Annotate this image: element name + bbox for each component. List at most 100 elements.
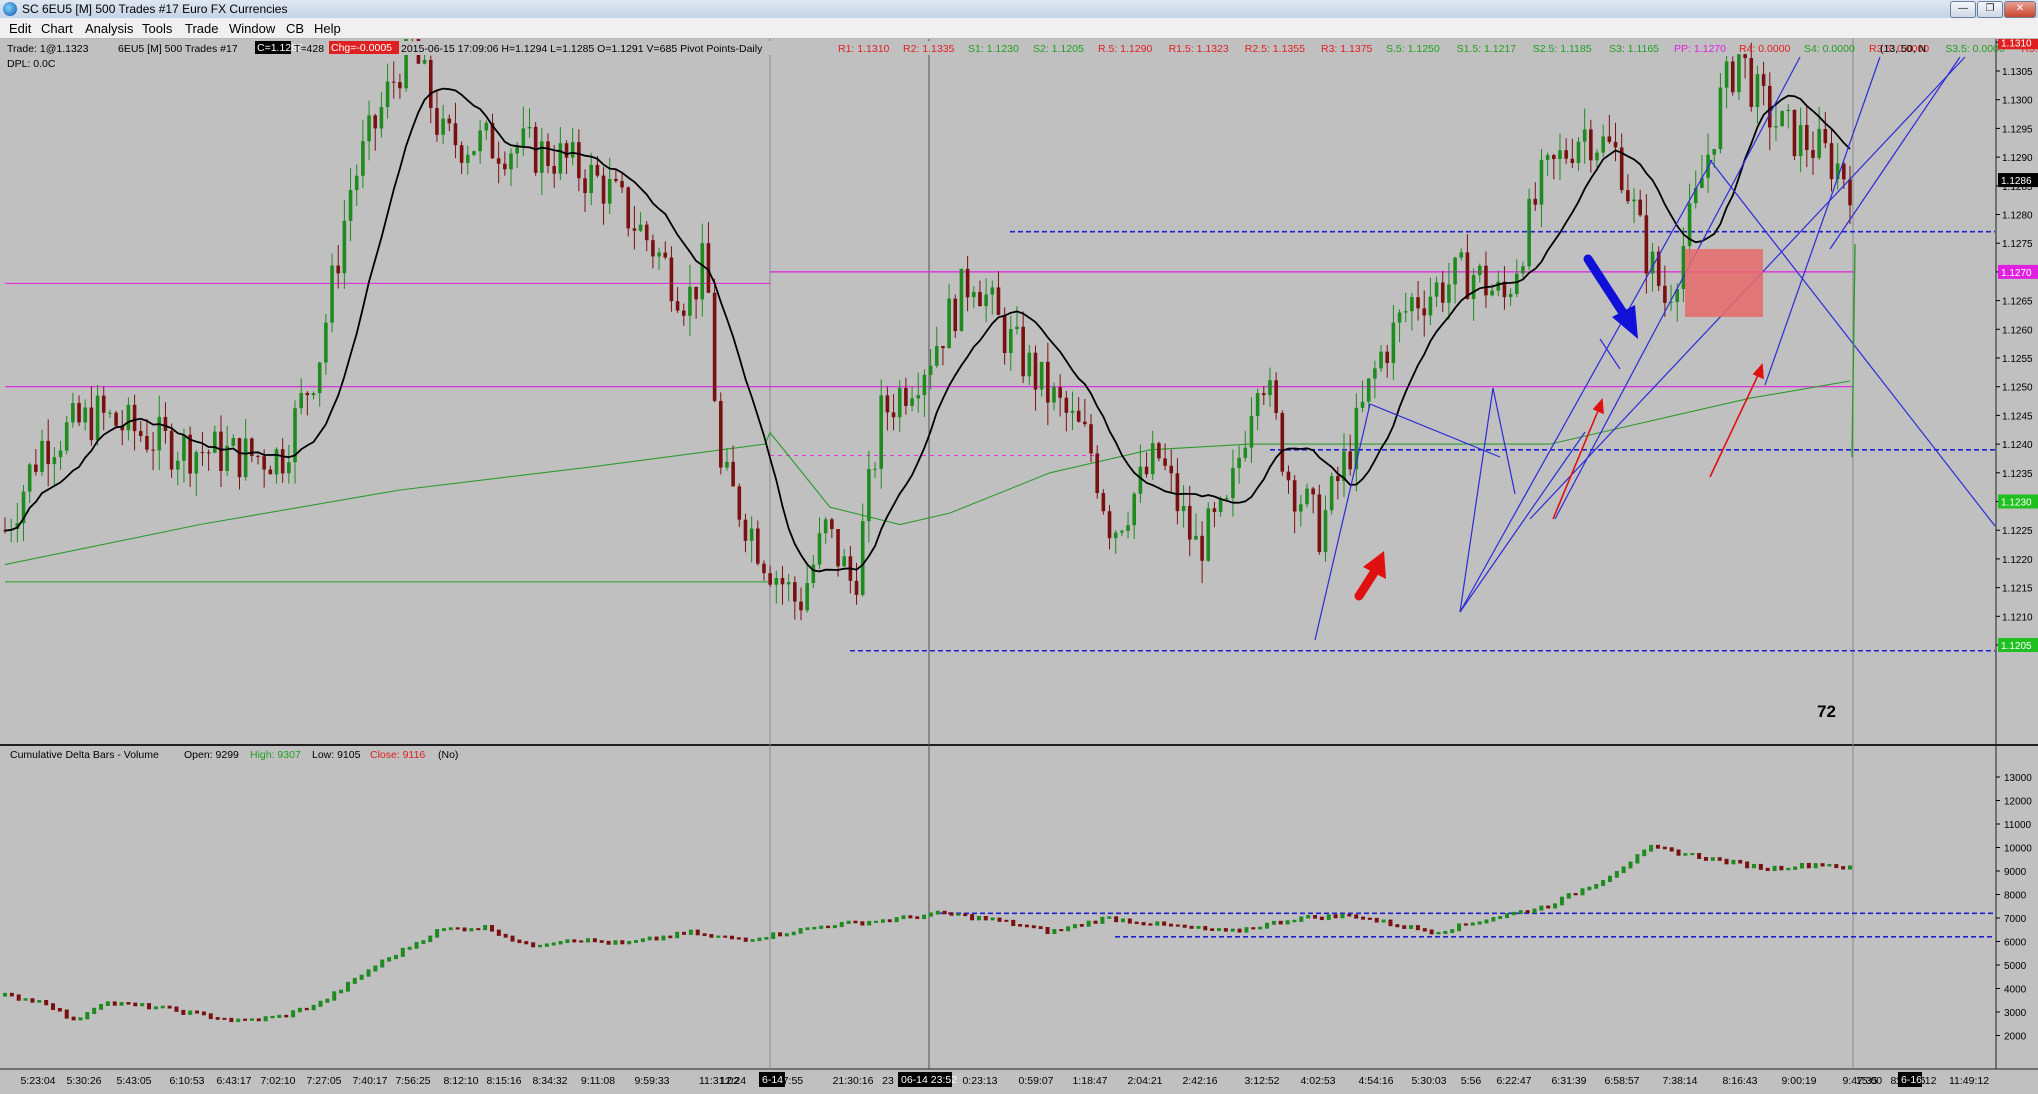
candle-body [206,452,211,454]
candle-body [651,240,655,257]
candle-body [546,141,550,167]
candle-body [1107,511,1112,539]
delta-bar [1429,929,1434,935]
delta-bar [1361,916,1366,920]
candle-body [132,404,137,432]
delta-bar [1381,919,1386,923]
candle-body [1786,109,1791,112]
candle-body [1465,252,1470,300]
delta-bar [544,943,549,947]
candle-body [71,402,75,423]
candle-body [1187,505,1192,540]
delta-bar [1093,920,1098,924]
delta-bar [1292,919,1297,923]
menu-trade[interactable]: Trade [185,21,218,36]
time-label: 7:40:17 [352,1075,387,1087]
candle-body [484,122,489,131]
delta-bar [1038,926,1043,930]
candle-body [842,556,846,567]
time-label: 5:23:04 [20,1075,55,1087]
delta-bar [1511,911,1516,916]
highlight-zone[interactable] [1685,249,1763,317]
menu-cb[interactable]: CB [286,21,304,36]
delta-open: Open: 9299 [184,749,239,761]
candle-body [1305,488,1309,505]
delta-bar [1587,886,1592,891]
pivot-value: R1.5: 1.1323 [1169,43,1229,55]
delta-bar [1168,923,1173,927]
price-panel[interactable] [0,39,1996,745]
time-label: 15:00 [1856,1075,1882,1087]
candle-body [1447,284,1451,303]
close-button[interactable]: ✕ [2004,1,2036,18]
time-label: 8:34:32 [532,1075,567,1087]
minimize-button[interactable]: — [1950,1,1976,18]
candle-body [1181,505,1186,512]
candle-body [52,457,57,465]
delta-bar [1710,857,1715,861]
time-label: 0:59:07 [1018,1075,1053,1087]
delta-bar [428,935,433,943]
delta-bar [510,935,515,942]
time-label: 8:12:10 [443,1075,478,1087]
delta-high: High: 9307 [250,749,301,761]
restore-button[interactable]: ❐ [1977,1,2003,18]
delta-bar [1024,924,1029,928]
candle-body [669,257,674,302]
candle-body [1829,143,1834,180]
delta-bar [1402,925,1407,929]
delta-bar [1539,905,1544,911]
candle-body [1052,387,1056,403]
candle-body [324,322,328,363]
candle-body [1582,129,1587,142]
pivot-value: R1: 1.1310 [838,43,890,55]
delta-bar [1505,913,1510,919]
delta-bar [819,925,824,929]
candle-body [1132,493,1137,526]
candle-body [1496,281,1501,291]
delta-bar [126,1002,131,1005]
time-label: 9:00:19 [1781,1075,1816,1087]
delta-bar [1806,862,1811,869]
delta-bar [839,921,844,928]
time-axis: 5:23:04 5:30:26 5:43:05 6:10:53 6:43:17 7:02:… [20,1072,1989,1087]
candle-body [1490,290,1494,296]
menu-window[interactable]: Window [229,21,275,36]
candle-body [422,59,427,64]
delta-bar [51,1003,56,1011]
title-bar[interactable]: SC 6EU5 [M] 500 Trades #17 Euro FX Curre… [0,0,2038,19]
delta-bar [1649,844,1654,852]
candle-body [1848,179,1852,206]
candle-body [515,147,519,154]
candle-body [762,563,766,574]
menu-chart[interactable]: Chart [41,21,73,36]
candle-body [1379,351,1383,369]
delta-bar [1690,853,1695,856]
delta-bar [1223,928,1228,932]
chart-area[interactable]: 72 Trade: 1@1.1323 6EU5 [M] 500 Trades #… [0,10,2038,1089]
time-label: 21:30:16 [833,1075,874,1087]
candle-body [1360,401,1365,408]
candle-body [219,431,223,471]
delta-bar [1532,908,1537,914]
delta-bar [195,1010,200,1014]
time-label: 5:30:03 [1411,1075,1446,1087]
delta-bar [743,937,748,942]
delta-bar [880,919,885,923]
menu-edit[interactable]: Edit [9,21,31,36]
menu-analysis[interactable]: Analysis [85,21,133,36]
price-tick-label: 1.1215 [2002,584,2033,595]
delta-panel[interactable] [0,746,1996,1069]
delta-bar [1313,915,1318,919]
candle-body [891,412,896,418]
candle-body [793,582,797,602]
candle-body [435,108,439,135]
delta-bar [1182,924,1187,928]
candle-body [774,578,779,585]
candle-body [934,346,939,366]
menu-tools[interactable]: Tools [142,21,172,36]
delta-bar [160,1005,165,1009]
menu-help[interactable]: Help [314,21,341,36]
chart-svg[interactable]: 72 Trade: 1@1.1323 6EU5 [M] 500 Trades #… [0,10,2038,1089]
delta-bar [1820,863,1825,867]
